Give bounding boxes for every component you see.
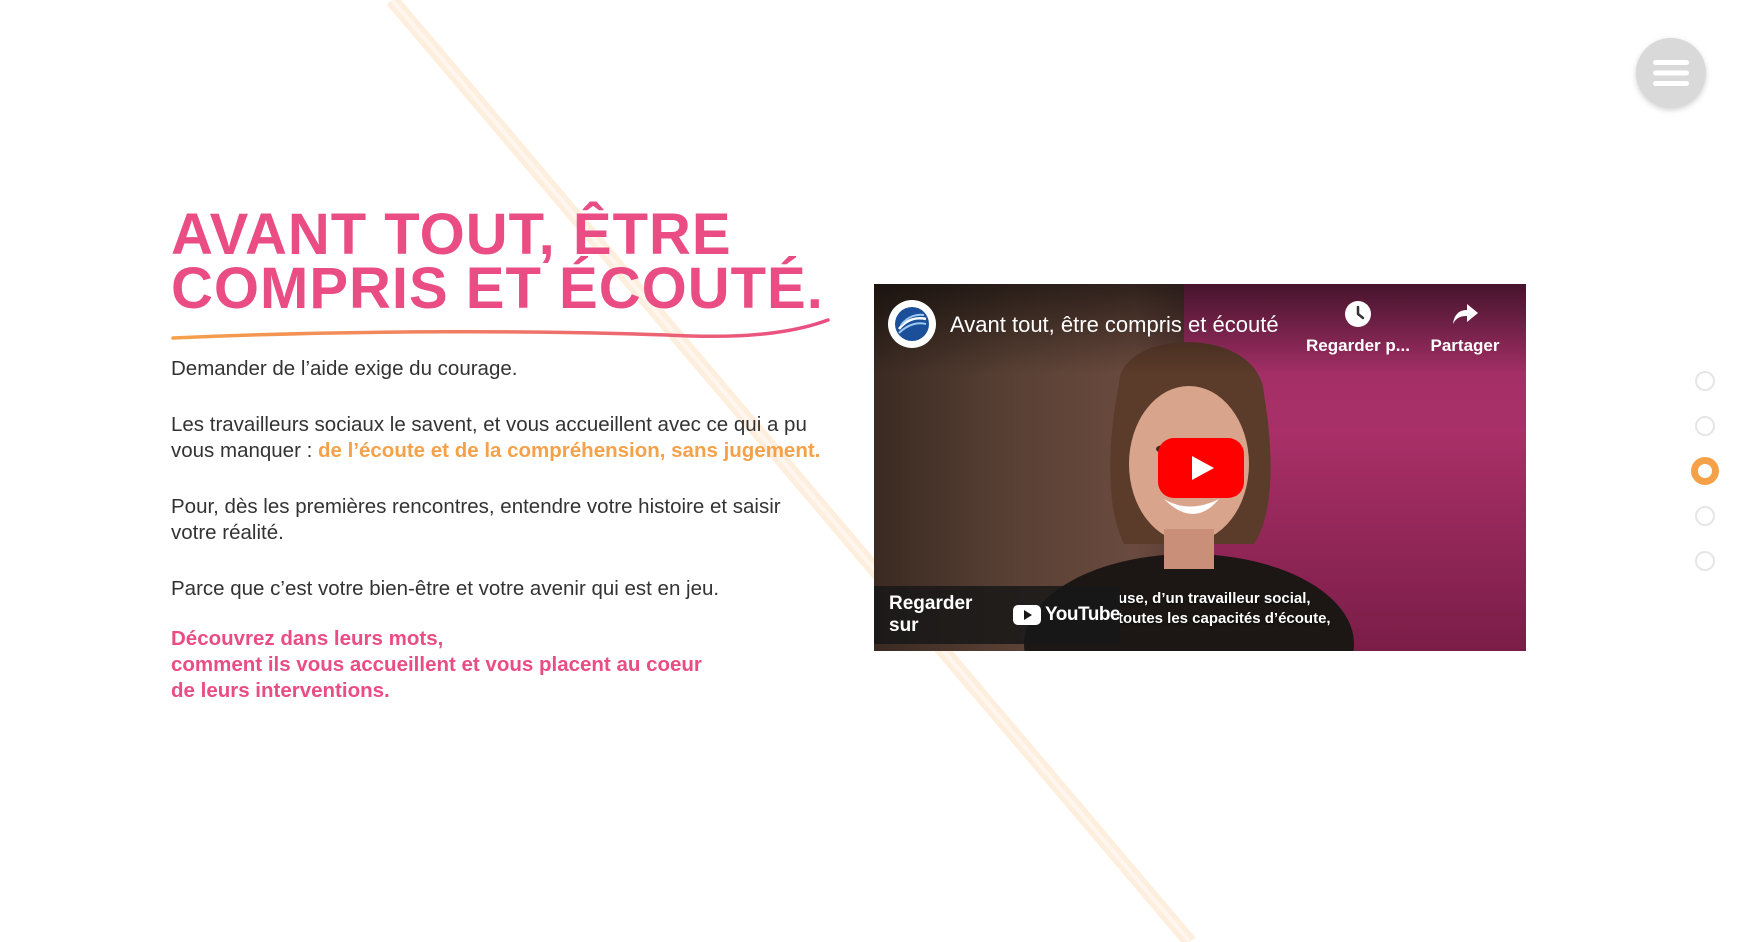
share-button[interactable]: Partager (1410, 300, 1520, 356)
paragraph-highlight: de l’écoute et de la compréhension, sans… (318, 439, 821, 462)
pagination-dot-3-active[interactable] (1691, 457, 1719, 485)
subtitle-line-1: use, d’un travailleur social, (1118, 590, 1311, 607)
pagination-dot-2[interactable] (1695, 416, 1715, 436)
subtitle-line-2: toutes les capacités d’écoute, (1118, 610, 1331, 627)
watch-later-button[interactable]: Regarder p... (1303, 300, 1413, 356)
share-label: Partager (1430, 336, 1500, 355)
youtube-play-icon (1013, 605, 1042, 625)
section-title: AVANT TOUT, ÊTRE COMPRIS ET ÉCOUTÉ. (171, 202, 831, 321)
video-title[interactable]: Avant tout, être compris et écouté (950, 312, 1279, 338)
cta-line-1: Découvrez dans leurs mots, (171, 627, 444, 650)
share-icon (1453, 304, 1478, 324)
channel-avatar[interactable] (888, 300, 936, 348)
hamburger-icon (1653, 60, 1689, 86)
call-to-action: Découvrez dans leurs mots, comment ils v… (171, 626, 831, 704)
paragraph-social-workers: Les travailleurs sociaux le savent, et v… (171, 412, 831, 464)
paragraph-courage: Demander de l’aide exige du courage. (171, 357, 518, 380)
pagination-dot-5[interactable] (1695, 551, 1715, 571)
pagination-dot-4[interactable] (1695, 506, 1715, 526)
youtube-wordmark: YouTube (1045, 604, 1120, 625)
pagination-dot-1[interactable] (1695, 371, 1715, 391)
paragraph-first-meetings: Pour, dès les premières rencontres, ente… (171, 495, 781, 544)
cta-line-3: de leurs interventions. (171, 679, 390, 702)
title-line-2: COMPRIS ET ÉCOUTÉ. (171, 256, 824, 321)
watch-on-label: Regarder sur (889, 593, 973, 636)
paragraph-wellbeing: Parce que c’est votre bien-être et votre… (171, 577, 720, 600)
channel-logo-icon (895, 307, 929, 341)
watch-later-label: Regarder p... (1306, 336, 1410, 355)
title-underline (171, 318, 830, 340)
video-subtitles: use, d’un travailleur social, toutes les… (1118, 589, 1331, 629)
section-content: AVANT TOUT, ÊTRE COMPRIS ET ÉCOUTÉ. Dema… (171, 202, 831, 704)
clock-icon (1345, 301, 1371, 327)
play-button[interactable] (1158, 438, 1244, 498)
watch-on-youtube-button[interactable]: Regarder sur YouTube (874, 586, 1120, 644)
title-line-1: AVANT TOUT, ÊTRE (171, 202, 732, 267)
youtube-logo: YouTube (1013, 604, 1120, 626)
cta-line-2: comment ils vous accueillent et vous pla… (171, 653, 702, 676)
youtube-video-embed[interactable]: Avant tout, être compris et écouté Regar… (874, 284, 1526, 651)
menu-button[interactable] (1636, 38, 1706, 108)
